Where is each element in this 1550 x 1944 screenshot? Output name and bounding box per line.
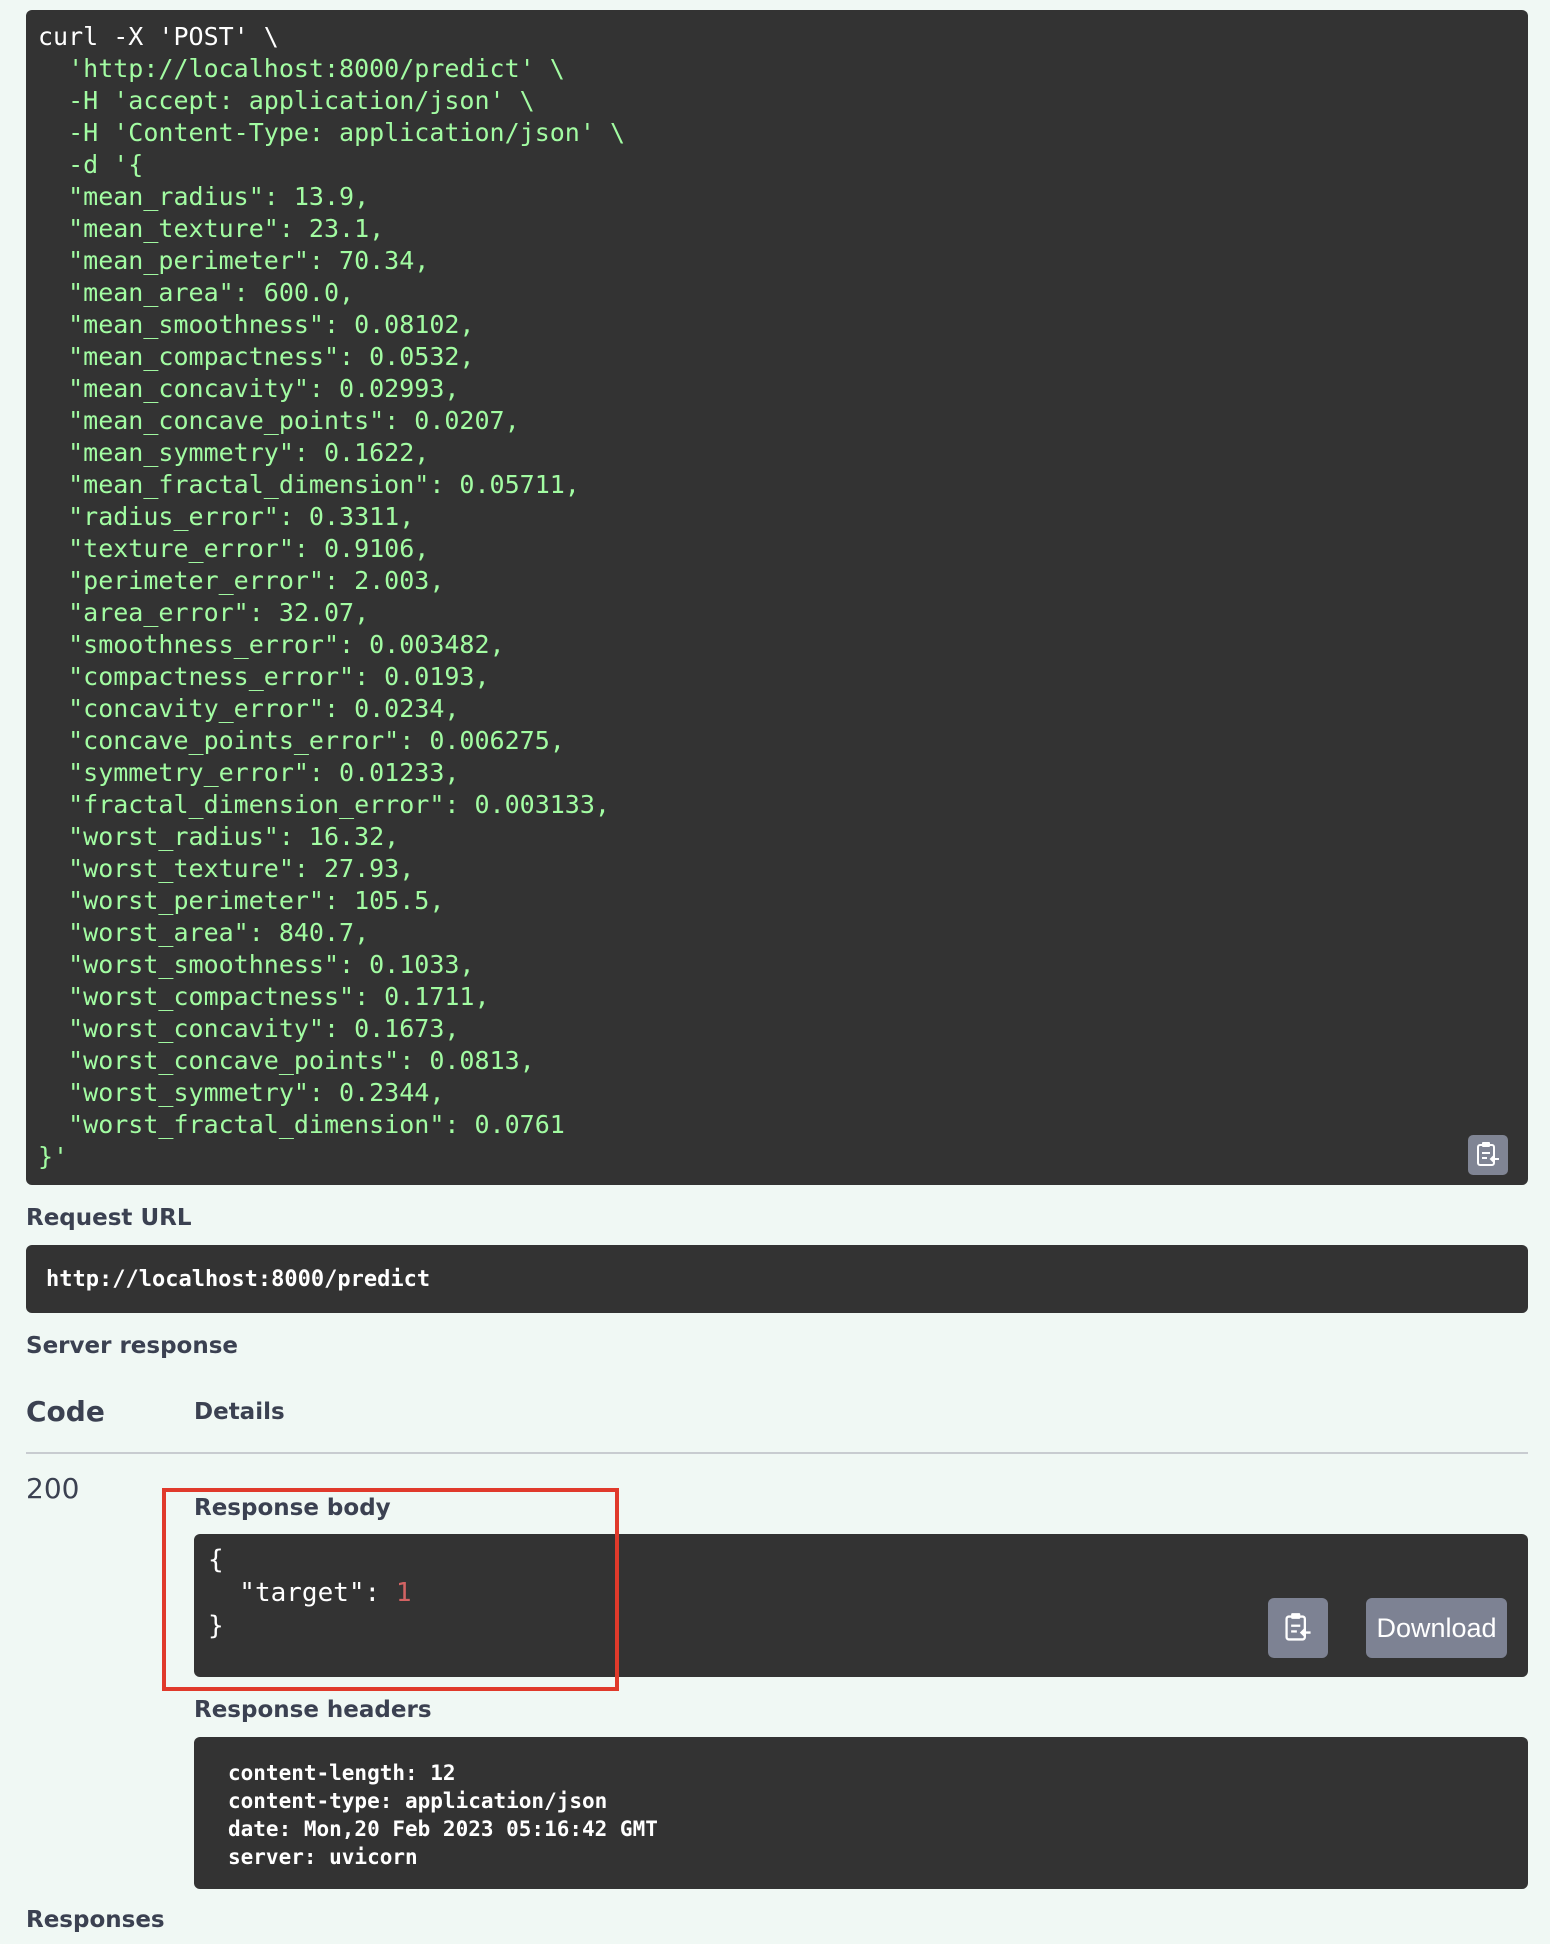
curl-line: curl -X 'POST' \ (38, 22, 279, 51)
curl-body-line: "worst_fractal_dimension": 0.0761 (38, 1110, 565, 1139)
header-line: content-type: application/json (228, 1789, 608, 1813)
response-headers-label: Response headers (194, 1697, 432, 1723)
curl-body-line: "worst_area": 840.7, (38, 918, 370, 947)
curl-body-line: "smoothness_error": 0.003482, (38, 630, 505, 659)
table-divider (26, 1452, 1528, 1454)
curl-body-line: "mean_perimeter": 70.34, (38, 246, 430, 275)
request-url-label: Request URL (26, 1205, 192, 1231)
responses-label: Responses (26, 1907, 165, 1933)
curl-body-line: "worst_radius": 16.32, (38, 822, 400, 851)
response-headers-block: content-length: 12 content-type: applica… (194, 1737, 1528, 1889)
server-response-label: Server response (26, 1333, 239, 1359)
copy-response-button[interactable] (1268, 1598, 1328, 1658)
curl-body-line: "worst_compactness": 0.1711, (38, 982, 490, 1011)
code-column-header: Code (26, 1395, 105, 1428)
curl-body-line: "mean_smoothness": 0.08102, (38, 310, 475, 339)
response-body-label: Response body (194, 1495, 391, 1521)
download-button[interactable]: Download (1366, 1598, 1507, 1658)
curl-body-line: "mean_symmetry": 0.1622, (38, 438, 430, 467)
response-headers-code: content-length: 12 content-type: applica… (228, 1759, 1494, 1871)
curl-body-line: "mean_radius": 13.9, (38, 182, 370, 211)
curl-body-line: "mean_concave_points": 0.0207, (38, 406, 520, 435)
request-url-value: http://localhost:8000/predict (46, 1266, 431, 1292)
curl-body-line: "radius_error": 0.3311, (38, 502, 415, 531)
details-column-header: Details (194, 1399, 285, 1425)
curl-body-line: "mean_fractal_dimension": 0.05711, (38, 470, 580, 499)
header-line: content-length: 12 (228, 1761, 456, 1785)
curl-body-line: }' (38, 1142, 69, 1171)
curl-body-line: "mean_texture": 23.1, (38, 214, 385, 243)
json-key: "target": (208, 1578, 396, 1608)
json-close-brace: } (208, 1611, 224, 1641)
curl-command-block: curl -X 'POST' \ 'http://localhost:8000/… (26, 10, 1528, 1185)
json-open-brace: { (208, 1545, 224, 1575)
curl-body-line: "worst_concavity": 0.1673, (38, 1014, 460, 1043)
curl-body-line: "texture_error": 0.9106, (38, 534, 430, 563)
curl-body-line: "worst_perimeter": 105.5, (38, 886, 445, 915)
curl-body-line: "worst_texture": 27.93, (38, 854, 415, 883)
curl-body-line: "fractal_dimension_error": 0.003133, (38, 790, 610, 819)
request-url-block: http://localhost:8000/predict (26, 1245, 1528, 1313)
curl-body-line: "perimeter_error": 2.003, (38, 566, 445, 595)
curl-line: -d '{ (38, 150, 144, 179)
curl-body-line: "mean_compactness": 0.0532, (38, 342, 475, 371)
curl-body-line: "worst_smoothness": 0.1033, (38, 950, 475, 979)
curl-body-line: "worst_symmetry": 0.2344, (38, 1078, 445, 1107)
curl-line: 'http://localhost:8000/predict' \ (38, 54, 565, 83)
response-status-code: 200 (26, 1472, 80, 1505)
curl-command-code: curl -X 'POST' \ 'http://localhost:8000/… (38, 21, 1514, 1173)
curl-body-line: "symmetry_error": 0.01233, (38, 758, 460, 787)
header-line: server: uvicorn (228, 1845, 418, 1869)
curl-body-line: "compactness_error": 0.0193, (38, 662, 490, 691)
clipboard-icon (1477, 1142, 1499, 1166)
curl-body-line: "mean_area": 600.0, (38, 278, 355, 307)
curl-body-line: "mean_concavity": 0.02993, (38, 374, 460, 403)
curl-body-line: "concavity_error": 0.0234, (38, 694, 460, 723)
curl-body-line: "concave_points_error": 0.006275, (38, 726, 565, 755)
curl-body-line: "area_error": 32.07, (38, 598, 370, 627)
curl-body-line: "worst_concave_points": 0.0813, (38, 1046, 535, 1075)
json-value: 1 (395, 1578, 412, 1608)
copy-curl-button[interactable] (1468, 1135, 1508, 1175)
curl-line: -H 'Content-Type: application/json' \ (38, 118, 625, 147)
header-line: date: Mon,20 Feb 2023 05:16:42 GMT (228, 1817, 658, 1841)
curl-line: -H 'accept: application/json' \ (38, 86, 535, 115)
clipboard-icon (1285, 1613, 1311, 1641)
